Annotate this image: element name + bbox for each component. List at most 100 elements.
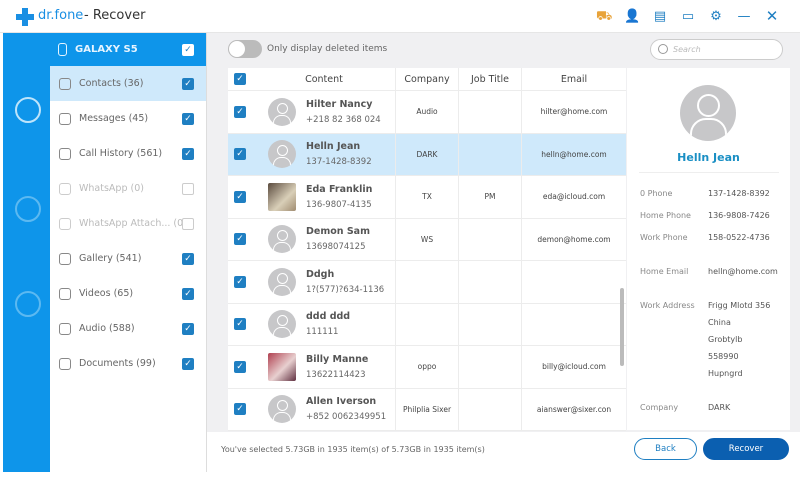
sidebar-item-gallery[interactable]: Gallery (541) ✓ [50,241,206,276]
header-email[interactable]: Email [522,68,626,90]
videos-icon [59,287,71,300]
sidebar-item-label: Videos (65) [79,288,134,299]
contact-company: Audio [396,91,459,133]
sidebar-item-messages[interactable]: Messages (45) ✓ [50,101,206,136]
category-checkbox[interactable]: ✓ [182,112,194,125]
row-checkbox[interactable]: ✓ [234,190,246,203]
header-content[interactable]: Content [253,68,396,90]
minimize-icon[interactable]: — [736,9,752,24]
table-row[interactable]: ✓ Allen Iverson +852 0062349951 Philplia … [228,388,626,431]
selection-status: You've selected 5.73GB in 1935 item(s) o… [221,445,485,454]
field-value: helln@home.com [708,267,778,276]
toggle-label: Only display deleted items [267,44,388,54]
category-checkbox[interactable]: ✓ [182,147,194,160]
contact-job-title [459,218,522,260]
sidebar-item-attachment[interactable]: WhatsApp Attach... (0) [50,206,206,241]
mode-rail [3,33,50,472]
row-checkbox[interactable]: ✓ [234,275,246,288]
contact-email [522,261,626,303]
user-icon[interactable]: 👤 [624,9,640,24]
contact-company [396,303,459,345]
contact-email: eda@icloud.com [542,192,606,202]
contact-job-title [459,303,522,345]
recover-button[interactable]: Recover [703,438,789,460]
sidebar-item-label: WhatsApp Attach... (0) [79,218,187,229]
category-checkbox[interactable]: ✓ [182,252,194,265]
sidebar-item-label: Contacts (36) [79,78,144,89]
sidebar-item-label: Documents (99) [79,358,156,369]
sidebar-item-call-history[interactable]: Call History (561) ✓ [50,136,206,171]
sidebar-item-videos[interactable]: Videos (65) ✓ [50,276,206,311]
table-scrollbar[interactable] [620,288,624,366]
sidebar-item-documents[interactable]: Documents (99) ✓ [50,346,206,381]
search-input[interactable]: Search [650,39,783,60]
main-panel: Only display deleted items Search ✓ Cont… [207,33,800,472]
contacts-icon [59,77,71,90]
attachment-icon [59,217,71,230]
back-button[interactable]: Back [634,438,697,460]
contact-phone: 13622114423 [306,369,366,380]
contact-email: aianswer@sixer.con [536,404,612,414]
settings-icon[interactable]: ⚙ [708,9,724,24]
row-checkbox[interactable]: ✓ [234,105,246,118]
category-checkbox[interactable]: ✓ [182,77,194,90]
feedback-icon[interactable]: ▭ [680,9,696,24]
contact-phone: 136-9807-4135 [306,199,372,210]
deleted-only-toggle[interactable] [228,40,262,58]
device-header[interactable]: GALAXY S5 ✓ [50,33,206,66]
table-row[interactable]: ✓ Helln Jean 137-1428-8392 DARK helln@hom… [228,133,626,176]
row-checkbox[interactable]: ✓ [234,360,246,373]
recover-backup-icon[interactable] [15,291,41,317]
category-checkbox[interactable] [182,182,194,195]
sidebar-item-whatsapp[interactable]: WhatsApp (0) [50,171,206,206]
contact-company [396,261,459,303]
title-bar: dr.fone - Recover ⛟ 👤 ▤ ▭ ⚙ — ✕ [0,0,800,33]
field-value: 136-9808-7426 [708,211,770,220]
sidebar-item-label: Messages (45) [79,113,149,124]
category-checkbox[interactable]: ✓ [182,287,194,300]
contact-avatar-icon [268,225,296,254]
contact-job-title [459,261,522,303]
divider [639,172,779,173]
field-value: DARK [708,403,731,412]
select-all-checkbox[interactable]: ✓ [234,73,246,85]
contact-avatar-icon [268,310,296,339]
table-row[interactable]: ✓ ddd ddd 111111 [228,303,626,346]
sidebar-item-audio[interactable]: Audio (588) ✓ [50,311,206,346]
table-row[interactable]: ✓ Ddgh 1?(577)?634-1136 [228,261,626,304]
close-icon[interactable]: ✕ [764,7,780,25]
field-label: Work Phone [640,233,688,242]
call-history-icon [59,147,71,160]
category-checkbox[interactable]: ✓ [182,357,194,370]
contact-email: demon@home.com [537,234,611,244]
device-checkbox[interactable]: ✓ [182,43,194,56]
table-row[interactable]: ✓ Demon Sam 13698074125 WS demon@home.com [228,218,626,261]
field-label: Home Phone [640,211,691,220]
contact-job-title [459,388,522,430]
contact-name: Hilter Nancy [306,98,373,110]
contact-name: Helln Jean [306,141,361,153]
cart-icon[interactable]: ⛟ [596,9,612,26]
recover-phone-icon[interactable] [15,97,41,123]
inbox-icon[interactable]: ▤ [652,9,668,24]
contact-phone: 111111 [306,327,339,338]
category-checkbox[interactable] [182,217,194,230]
contact-avatar-icon [268,140,296,169]
contact-job-title [459,91,522,133]
field-label: Home Email [640,267,689,276]
whatsapp-icon [59,182,71,195]
header-job-title[interactable]: Job Title [459,68,522,90]
header-company[interactable]: Company [396,68,459,90]
table-row[interactable]: ✓ Hilter Nancy +218 82 368 024 Audio hilt… [228,91,626,134]
category-checkbox[interactable]: ✓ [182,322,194,335]
table-row[interactable]: ✓ Billy Manne 13622114423 oppo billy@iclo… [228,346,626,389]
row-checkbox[interactable]: ✓ [234,233,246,246]
recover-sd-icon[interactable] [15,196,41,222]
contact-name: Ddgh [306,268,335,280]
sidebar-item-contacts[interactable]: Contacts (36) ✓ [50,66,206,101]
row-checkbox[interactable]: ✓ [234,148,246,161]
table-row[interactable]: ✓ Eda Franklin 136-9807-4135 TX PM eda@ic… [228,176,626,219]
row-checkbox[interactable]: ✓ [234,403,246,416]
contact-email [522,304,626,346]
row-checkbox[interactable]: ✓ [234,318,246,331]
